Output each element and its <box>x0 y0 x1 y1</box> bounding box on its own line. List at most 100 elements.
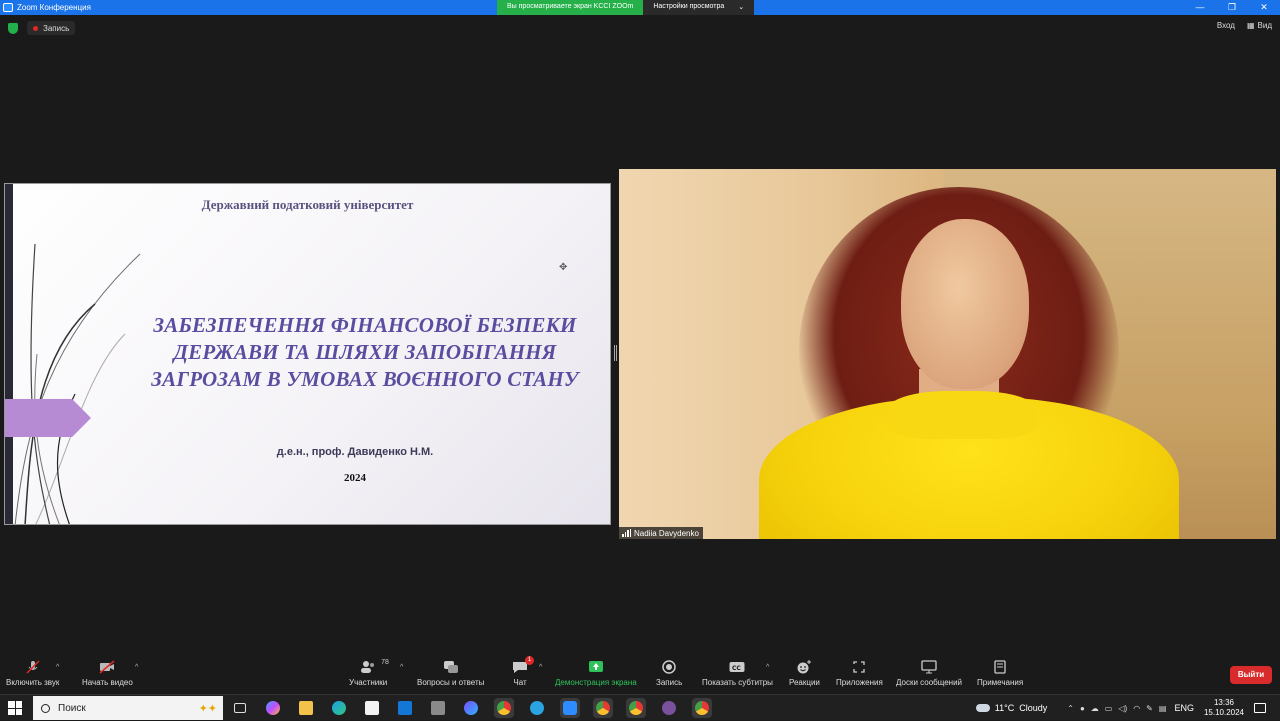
file-explorer-icon[interactable] <box>296 698 316 718</box>
qa-button[interactable]: Вопросы и ответы <box>417 660 484 687</box>
taskbar-clock[interactable]: 13:36 15.10.2024 <box>1204 698 1244 718</box>
battery-icon[interactable]: ▭ <box>1105 704 1113 713</box>
share-screen-icon <box>588 660 604 674</box>
qa-label: Вопросы и ответы <box>417 678 485 687</box>
window-title: Zoom Конференция <box>17 3 91 12</box>
unmute-button[interactable]: Включить звук <box>6 660 59 687</box>
captions-label: Показать субтитры <box>702 678 773 687</box>
whiteboards-label: Доски сообщений <box>896 678 963 687</box>
shared-screen-slide: Державний податковий університет ЗАБЕЗПЕ… <box>4 183 611 525</box>
window-controls: — ❐ ✕ <box>1184 0 1280 15</box>
record-label: Запись <box>656 678 683 687</box>
slide-author: д.е.н., проф. Давиденко Н.М. <box>276 446 434 458</box>
apps-label: Приложения <box>836 678 883 687</box>
pen-icon[interactable]: ✎ <box>1146 704 1153 713</box>
notes-button[interactable]: Примечания <box>977 660 1023 687</box>
signal-icon <box>622 529 631 537</box>
calculator-icon[interactable] <box>428 698 448 718</box>
viber-icon[interactable] <box>659 698 679 718</box>
participant-name-tag: Nadiia Davydenko <box>619 527 703 539</box>
notifications-icon[interactable] <box>1254 703 1266 713</box>
svg-text:CC: CC <box>732 665 741 672</box>
video-options-caret[interactable]: ^ <box>135 664 138 671</box>
keyboard-icon[interactable]: ▤ <box>1159 704 1167 713</box>
camera-off-icon <box>99 660 115 674</box>
volume-icon[interactable]: ◁) <box>1118 704 1127 713</box>
whiteboards-button[interactable]: Доски сообщений <box>896 660 962 687</box>
leave-meeting-button[interactable]: Выйти <box>1230 666 1272 684</box>
apps-button[interactable]: Приложения <box>836 660 883 687</box>
cloud-sync-icon[interactable]: ☁ <box>1091 704 1099 713</box>
windows-taskbar: Поиск ✦✦ 11°C Cloudy ⌃ ● ☁ ▭ ◁) ◠ ✎ ▤ EN… <box>0 694 1280 720</box>
weather-desc: Cloudy <box>1019 703 1048 713</box>
participants-options-caret[interactable]: ^ <box>400 664 403 671</box>
chrome-icon[interactable] <box>692 698 712 718</box>
slide-university: Державний податковий університет <box>201 197 414 212</box>
weather-temp: 11°C <box>994 703 1015 713</box>
enter-label: Вход <box>1216 21 1235 30</box>
split-view-handle[interactable] <box>614 345 617 361</box>
reactions-button[interactable]: Реакции <box>789 660 820 687</box>
audio-options-caret[interactable]: ^ <box>56 664 59 671</box>
smile-plus-icon <box>796 660 812 674</box>
recording-indicator[interactable]: Запись <box>27 21 76 35</box>
share-banner-text: Вы просматриваете экран KCCI ZOOm <box>497 0 644 15</box>
participant-name: Nadiia Davydenko <box>634 528 699 538</box>
meeting-toolbar: Включить звук ^ Начать видео ^ 78 Участн… <box>0 654 1280 694</box>
store-icon[interactable] <box>362 698 382 718</box>
edge-icon[interactable] <box>329 698 349 718</box>
notes-icon <box>992 660 1008 674</box>
chat-icon: 1 <box>512 656 534 674</box>
captions-button[interactable]: CC Показать субтитры <box>702 660 773 687</box>
zoom-icon[interactable] <box>560 698 580 718</box>
close-button[interactable]: ✕ <box>1248 0 1280 15</box>
unmute-label: Включить звук <box>6 678 60 687</box>
shield-icon[interactable] <box>8 23 18 34</box>
start-video-label: Начать видео <box>82 678 133 687</box>
mail-icon[interactable] <box>395 698 415 718</box>
viber-tray-icon[interactable]: ● <box>1080 704 1085 713</box>
chat-options-caret[interactable]: ^ <box>539 664 542 671</box>
record-button[interactable]: Запись <box>656 660 682 687</box>
minimize-button[interactable]: — <box>1184 0 1216 15</box>
weather-widget[interactable]: 11°C Cloudy <box>975 703 1048 713</box>
participant-video[interactable] <box>619 169 1276 539</box>
move-cursor-icon: ✥ <box>559 262 568 273</box>
participants-button[interactable]: 78 Участники <box>349 659 389 687</box>
search-icon <box>41 703 50 713</box>
telegram-icon[interactable] <box>527 698 547 718</box>
participants-label: Участники <box>349 678 388 687</box>
grid-icon: ▦ <box>1246 21 1255 30</box>
search-placeholder: Поиск <box>58 702 86 714</box>
qa-icon <box>443 660 459 674</box>
view-label: Вид <box>1257 21 1272 30</box>
enter-button[interactable]: Вход <box>1217 21 1235 30</box>
taskbar-search[interactable]: Поиск ✦✦ <box>33 696 223 720</box>
tray-icons: ⌃ ● ☁ ▭ ◁) ◠ ✎ ▤ <box>1067 704 1166 713</box>
captions-options-caret[interactable]: ^ <box>766 664 769 671</box>
copilot-icon[interactable] <box>263 698 283 718</box>
view-settings-button[interactable]: Настройки просмотра ⌄ <box>643 0 755 15</box>
person-face <box>901 219 1029 389</box>
share-screen-label: Демонстрация экрана <box>555 678 637 687</box>
input-language[interactable]: ENG <box>1174 703 1194 713</box>
chat-button[interactable]: 1 Чат <box>512 656 534 687</box>
share-screen-button[interactable]: Демонстрация экрана <box>555 660 637 687</box>
windows-start-button[interactable] <box>8 701 22 715</box>
chrome-icon[interactable] <box>626 698 646 718</box>
start-video-button[interactable]: Начать видео <box>82 660 133 687</box>
view-button[interactable]: ▦ Вид <box>1247 21 1272 30</box>
system-tray: 11°C Cloudy ⌃ ● ☁ ▭ ◁) ◠ ✎ ▤ ENG 13:36 1… <box>975 695 1280 721</box>
chrome-icon[interactable] <box>494 698 514 718</box>
restore-button[interactable]: ❐ <box>1216 0 1248 15</box>
participants-icon: 78 <box>360 659 389 674</box>
meeting-topbar <box>0 15 1280 43</box>
chat-label: Чат <box>513 678 527 687</box>
chevron-up-icon[interactable]: ⌃ <box>1067 704 1074 713</box>
zoom-app-icon <box>3 3 13 12</box>
slide-title: ЗАБЕЗПЕЧЕННЯ ФІНАНСОВОЇ БЕЗПЕКИ ДЕРЖАВИ … <box>151 313 579 391</box>
task-view-icon[interactable] <box>230 698 250 718</box>
chrome-icon[interactable] <box>593 698 613 718</box>
media-icon[interactable] <box>461 698 481 718</box>
wifi-icon[interactable]: ◠ <box>1133 704 1140 713</box>
